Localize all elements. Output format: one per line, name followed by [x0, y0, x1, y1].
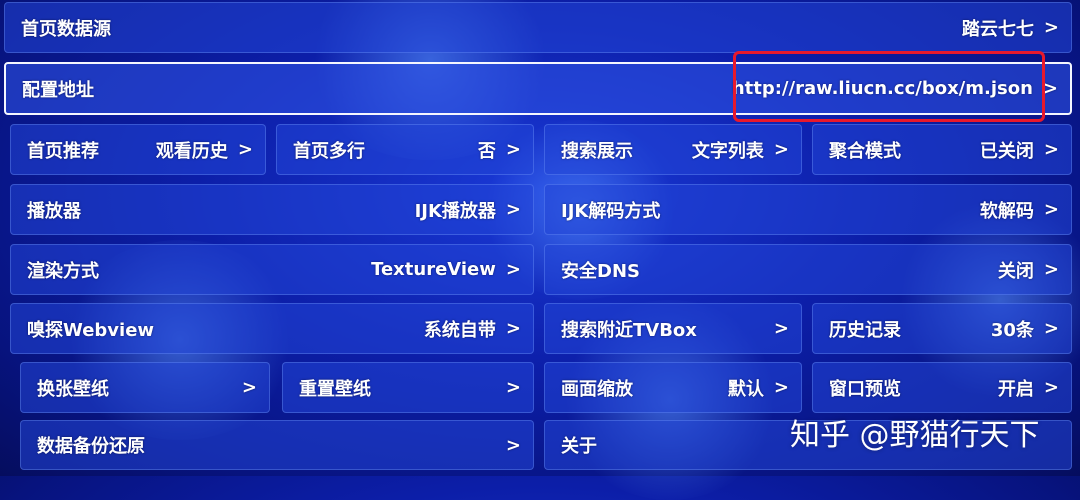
ijk-decode-item[interactable]: IJK解码方式 软解码 > [544, 184, 1072, 235]
home-datasource-item[interactable]: 首页数据源 踏云七七 > [4, 2, 1072, 53]
chevron-right-icon: > [505, 434, 521, 456]
chevron-right-icon: > [241, 377, 257, 398]
data-backup-restore-item[interactable]: 数据备份还原 > [20, 420, 534, 470]
item-label: 嗅探Webview [27, 319, 155, 341]
search-display-item[interactable]: 搜索展示 文字列表 > [544, 124, 802, 175]
item-label: 关于 [561, 436, 597, 457]
chevron-right-icon: > [1043, 199, 1059, 220]
home-recommend-item[interactable]: 首页推荐 观看历史 > [10, 124, 266, 175]
history-records-item[interactable]: 历史记录 30条 > [812, 303, 1072, 354]
chevron-right-icon: > [237, 139, 253, 160]
chevron-right-icon: > [1042, 78, 1058, 99]
item-label: 窗口预览 [829, 378, 901, 400]
reset-wallpaper-item[interactable]: 重置壁纸 > [282, 362, 534, 413]
item-label: 重置壁纸 [299, 378, 371, 400]
item-label: 首页推荐 [27, 140, 99, 162]
chevron-right-icon: > [773, 139, 789, 160]
chevron-right-icon: > [1043, 318, 1059, 339]
red-highlight-box [733, 51, 1045, 122]
chevron-right-icon: > [505, 199, 521, 220]
item-label: 画面缩放 [561, 378, 633, 400]
chevron-right-icon: > [773, 318, 789, 339]
search-nearby-tvbox-item[interactable]: 搜索附近TVBox > [544, 303, 802, 354]
secure-dns-item[interactable]: 安全DNS 关闭 > [544, 244, 1072, 295]
item-label: IJK解码方式 [561, 200, 661, 222]
item-label: 配置地址 [22, 79, 94, 101]
window-preview-item[interactable]: 窗口预览 开启 > [812, 362, 1072, 413]
screen-scale-item[interactable]: 画面缩放 默认 > [544, 362, 802, 413]
item-value: 观看历史 [155, 140, 228, 162]
item-label: 首页数据源 [21, 18, 111, 40]
item-value: 文字列表 [691, 140, 764, 162]
chevron-right-icon: > [1043, 377, 1059, 398]
item-value: 系统自带 [423, 319, 496, 341]
item-label: 渲染方式 [27, 260, 99, 282]
player-item[interactable]: 播放器 IJK播放器 > [10, 184, 534, 235]
item-label: 聚合模式 [829, 140, 901, 162]
item-label: 搜索附近TVBox [561, 319, 697, 341]
watermark: 知乎 @野猫行天下 [790, 418, 1040, 453]
chevron-right-icon: > [505, 318, 521, 339]
chevron-right-icon: > [1043, 139, 1059, 160]
chevron-right-icon: > [505, 377, 521, 398]
item-label: 安全DNS [561, 260, 640, 282]
item-value: 30条 [990, 319, 1034, 341]
item-label: 搜索展示 [561, 140, 633, 162]
chevron-right-icon: > [773, 377, 789, 398]
item-value: 否 [477, 140, 496, 162]
aggregate-mode-item[interactable]: 聚合模式 已关闭 > [812, 124, 1072, 175]
item-label: 数据备份还原 [37, 436, 145, 457]
item-value: 已关闭 [979, 140, 1034, 162]
item-label: 播放器 [27, 200, 81, 222]
item-label: 换张壁纸 [37, 378, 109, 400]
item-value: 开启 [997, 378, 1034, 400]
chevron-right-icon: > [1043, 17, 1059, 38]
item-value: IJK播放器 [414, 200, 496, 222]
item-label: 历史记录 [829, 319, 901, 341]
item-value: 默认 [727, 378, 764, 400]
item-value: 踏云七七 [961, 18, 1034, 40]
chevron-right-icon: > [505, 139, 521, 160]
item-label: 首页多行 [293, 140, 365, 162]
item-value: 软解码 [979, 200, 1034, 222]
item-value: TextureView [371, 259, 496, 280]
sniff-webview-item[interactable]: 嗅探Webview 系统自带 > [10, 303, 534, 354]
home-multirow-item[interactable]: 首页多行 否 > [276, 124, 534, 175]
change-wallpaper-item[interactable]: 换张壁纸 > [20, 362, 270, 413]
chevron-right-icon: > [505, 259, 521, 280]
item-value: 关闭 [997, 260, 1034, 282]
render-mode-item[interactable]: 渲染方式 TextureView > [10, 244, 534, 295]
chevron-right-icon: > [1043, 259, 1059, 280]
